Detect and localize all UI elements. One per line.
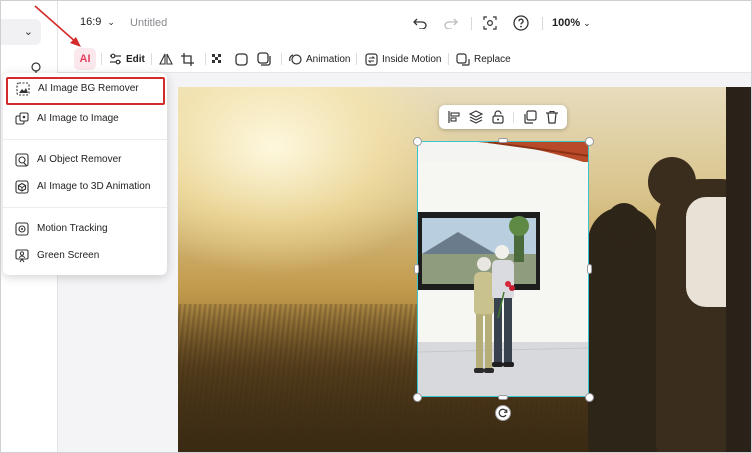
divider (542, 17, 543, 30)
menu-item-label: AI Image BG Remover (38, 83, 139, 94)
inside-motion-icon (365, 52, 378, 66)
undo-icon[interactable] (410, 13, 430, 33)
border-button[interactable] (235, 50, 248, 68)
chevron-down-icon: ⌄ (583, 18, 591, 28)
menu-item-ai-object-remover[interactable]: AI Object Remover (3, 148, 167, 172)
transparency-button[interactable] (212, 50, 223, 68)
chevron-down-icon: ⌄ (107, 17, 115, 27)
app-window: ⌄ 16:9 ⌄ Untitled 100% ⌄ AI Edit Animati… (0, 0, 752, 453)
edit-button[interactable]: Edit (109, 50, 145, 68)
menu-item-ai-image-to-3d-animation[interactable]: AI Image to 3D Animation (3, 175, 167, 199)
checkerboard-icon (212, 53, 221, 63)
image-to-image-icon (15, 112, 29, 125)
inside-motion-label: Inside Motion (382, 53, 442, 65)
divider (281, 53, 282, 65)
divider (448, 53, 449, 65)
menu-item-label: Motion Tracking (37, 223, 108, 234)
resize-handle-bottom[interactable] (498, 395, 508, 400)
3d-animation-icon (15, 180, 29, 194)
resize-handle-top[interactable] (498, 138, 508, 143)
divider (471, 17, 472, 30)
resize-handle-top-right[interactable] (585, 137, 594, 146)
replace-icon (456, 52, 470, 66)
selected-photo[interactable] (417, 141, 589, 397)
green-screen-icon (15, 249, 29, 263)
divider (205, 53, 206, 65)
man-silhouette (726, 87, 751, 452)
align-icon[interactable] (447, 110, 461, 124)
menu-item-ai-image-bg-remover[interactable]: AI Image BG Remover (6, 77, 165, 105)
annotation-arrow-icon (34, 5, 81, 47)
unlock-icon[interactable] (491, 110, 505, 124)
animation-icon (289, 53, 302, 65)
layers-icon[interactable] (469, 110, 483, 124)
divider (513, 112, 514, 123)
crop-icon (181, 52, 194, 66)
zoom-select[interactable]: 100% ⌄ (552, 17, 591, 29)
replace-button[interactable]: Replace (456, 50, 511, 68)
animation-label: Animation (306, 53, 351, 65)
duplicate-icon[interactable] (523, 110, 537, 124)
shadow-icon (257, 52, 271, 66)
couple-photo-image (418, 142, 588, 396)
flip-icon (159, 53, 173, 65)
rotate-icon (498, 408, 508, 418)
menu-item-label: AI Image to Image (37, 113, 119, 124)
help-icon[interactable] (511, 13, 531, 33)
motion-tracking-icon (15, 222, 29, 236)
menu-item-label: AI Image to 3D Animation (37, 181, 151, 192)
resize-handle-bottom-left[interactable] (413, 393, 422, 402)
inside-motion-button[interactable]: Inside Motion (365, 50, 441, 68)
resize-handle-right[interactable] (587, 264, 592, 274)
menu-item-green-screen[interactable]: Green Screen (3, 244, 167, 268)
preview-icon[interactable] (480, 13, 500, 33)
divider (151, 53, 152, 65)
divider (101, 53, 102, 65)
menu-item-label: AI Object Remover (37, 154, 122, 165)
ai-button-label: AI (79, 53, 91, 65)
child-silhouette (588, 207, 658, 452)
menu-item-label: Green Screen (37, 250, 100, 261)
crop-button[interactable] (181, 50, 194, 68)
menu-divider (3, 139, 167, 140)
menu-item-motion-tracking[interactable]: Motion Tracking (3, 217, 167, 241)
menu-divider (3, 207, 167, 208)
menu-item-ai-image-to-image[interactable]: AI Image to Image (3, 107, 167, 131)
element-quick-toolbar (439, 105, 567, 129)
element-toolbar: AI Edit Animation Inside Motion Replace (58, 45, 751, 73)
rotate-handle[interactable] (495, 405, 511, 421)
top-bar: 16:9 ⌄ Untitled 100% ⌄ (58, 1, 751, 45)
flip-button[interactable] (159, 50, 173, 68)
redo-icon[interactable] (441, 13, 461, 33)
animation-button[interactable]: Animation (289, 50, 350, 68)
sliders-icon (110, 53, 121, 65)
delete-icon[interactable] (545, 110, 559, 124)
resize-handle-bottom-right[interactable] (585, 393, 594, 402)
zoom-value: 100% (552, 17, 581, 29)
woman-head (648, 157, 696, 207)
replace-label: Replace (474, 53, 511, 65)
shadow-button[interactable] (257, 50, 271, 68)
bg-remover-icon (16, 82, 30, 96)
child-head (606, 203, 642, 243)
ai-tools-menu: AI Image BG Remover AI Image to Image AI… (3, 73, 167, 275)
document-title[interactable]: Untitled (130, 17, 167, 29)
object-remover-icon (15, 153, 29, 167)
rounded-square-icon (235, 52, 248, 66)
edit-label: Edit (126, 53, 145, 65)
resize-handle-top-left[interactable] (413, 137, 422, 146)
divider (356, 53, 357, 65)
resize-handle-left[interactable] (414, 264, 419, 274)
